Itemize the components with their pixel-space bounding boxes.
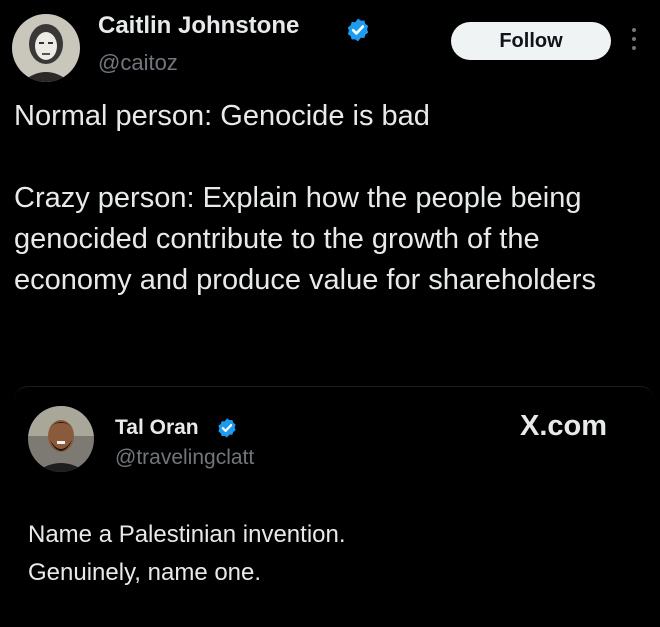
author-avatar[interactable] <box>12 14 80 82</box>
author-name[interactable]: Caitlin Johnstone <box>98 12 299 40</box>
source-label: X.com <box>520 410 608 442</box>
quoted-author-avatar[interactable] <box>28 406 94 472</box>
more-options-icon[interactable] <box>630 28 638 54</box>
verified-badge-icon <box>347 18 369 42</box>
quoted-verified-badge-icon <box>218 418 236 438</box>
follow-button[interactable]: Follow <box>451 22 611 60</box>
tweet-text: Normal person: Genocide is bad Crazy per… <box>14 100 596 296</box>
quoted-author-name[interactable]: Tal Oran <box>115 416 199 440</box>
author-handle[interactable]: @caitoz <box>98 50 178 76</box>
quoted-author-handle[interactable]: @travelingclatt <box>115 446 254 470</box>
quoted-tweet-text: Name a Palestinian invention. Genuinely,… <box>28 521 346 586</box>
